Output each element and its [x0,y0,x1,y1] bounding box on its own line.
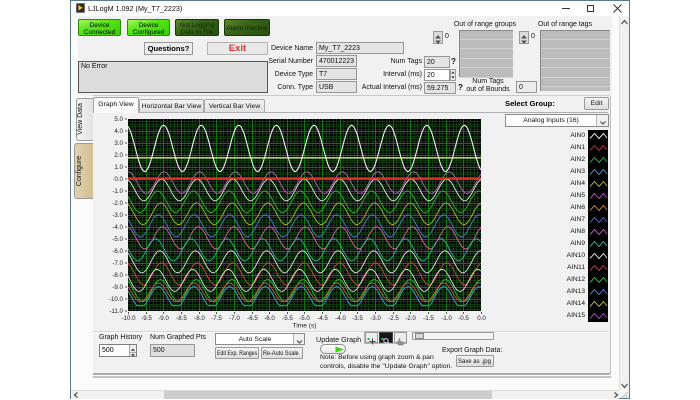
svg-text:-9.0: -9.0 [112,284,123,291]
svg-text:-7.0: -7.0 [112,260,123,267]
svg-text:-8.5: -8.5 [176,315,187,322]
svg-text:-3.0: -3.0 [112,212,123,219]
svg-text:-7.5: -7.5 [211,315,222,322]
svg-text:-5.5: -5.5 [282,315,293,322]
svg-text:-4.0: -4.0 [112,224,123,231]
svg-text:-6.5: -6.5 [247,315,258,322]
svg-text:-5.0: -5.0 [112,236,123,243]
svg-text:2.0: 2.0 [114,152,123,159]
svg-text:-3.5: -3.5 [352,315,363,322]
svg-text:-7.0: -7.0 [229,315,240,322]
svg-text:0.0: 0.0 [114,176,123,183]
svg-text:-9.5: -9.5 [141,315,152,322]
svg-text:3.0: 3.0 [114,140,123,147]
svg-text:-3.0: -3.0 [370,315,381,322]
svg-text:-9.0: -9.0 [158,315,169,322]
svg-text:-2.0: -2.0 [405,315,416,322]
svg-text:-2.0: -2.0 [112,200,123,207]
svg-text:-5.0: -5.0 [299,315,310,322]
svg-text:-10.0: -10.0 [121,315,136,322]
svg-text:-4.5: -4.5 [317,315,328,322]
svg-text:-2.5: -2.5 [388,315,399,322]
svg-text:-6.0: -6.0 [264,315,275,322]
svg-text:4.0: 4.0 [114,128,123,135]
svg-text:-10.0: -10.0 [109,296,124,303]
svg-text:-1.0: -1.0 [441,315,452,322]
svg-text:-1.0: -1.0 [112,188,123,195]
svg-text:0.0: 0.0 [477,315,486,322]
svg-text:5.0: 5.0 [114,116,123,123]
svg-text:-6.0: -6.0 [112,248,123,255]
svg-text:1.0: 1.0 [114,164,123,171]
svg-text:-8.0: -8.0 [112,272,123,279]
svg-text:-8.0: -8.0 [194,315,205,322]
svg-text:Time (s): Time (s) [293,323,317,330]
svg-text:-0.5: -0.5 [458,315,469,322]
svg-text:-4.0: -4.0 [335,315,346,322]
svg-text:-1.5: -1.5 [423,315,434,322]
